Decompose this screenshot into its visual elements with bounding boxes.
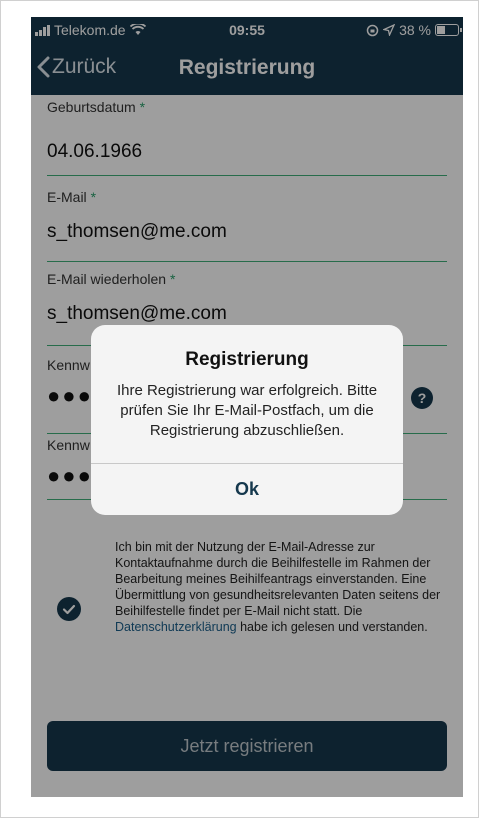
alert-title: Registrierung xyxy=(185,349,309,370)
screenshot-frame: Telekom.de 09:55 38 % Zurück Registrieru… xyxy=(0,0,479,818)
ok-button[interactable]: Ok xyxy=(91,464,403,515)
success-alert: Registrierung Ihre Registrierung war erf… xyxy=(91,325,403,515)
phone-screen: Telekom.de 09:55 38 % Zurück Registrieru… xyxy=(31,17,463,797)
alert-message: Ihre Registrierung war erfolgreich. Bitt… xyxy=(116,382,378,439)
